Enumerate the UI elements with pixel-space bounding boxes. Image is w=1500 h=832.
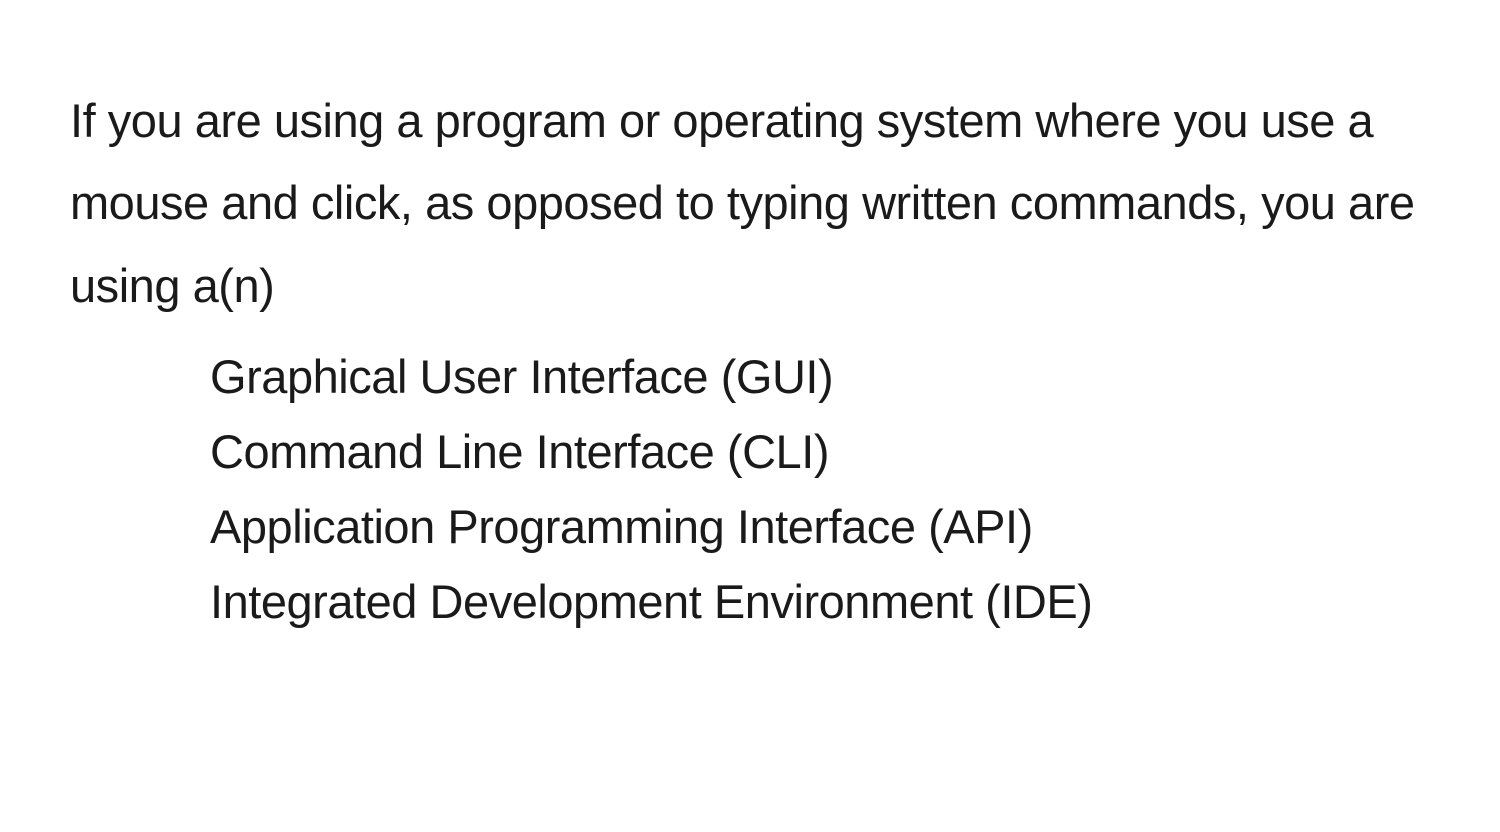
- answer-option[interactable]: Application Programming Interface (API): [210, 489, 1430, 564]
- answer-option[interactable]: Integrated Development Environment (IDE): [210, 564, 1430, 639]
- answer-option[interactable]: Command Line Interface (CLI): [210, 414, 1430, 489]
- answer-options-list: Graphical User Interface (GUI) Command L…: [70, 339, 1430, 640]
- question-prompt: If you are using a program or operating …: [70, 80, 1430, 327]
- answer-option[interactable]: Graphical User Interface (GUI): [210, 339, 1430, 414]
